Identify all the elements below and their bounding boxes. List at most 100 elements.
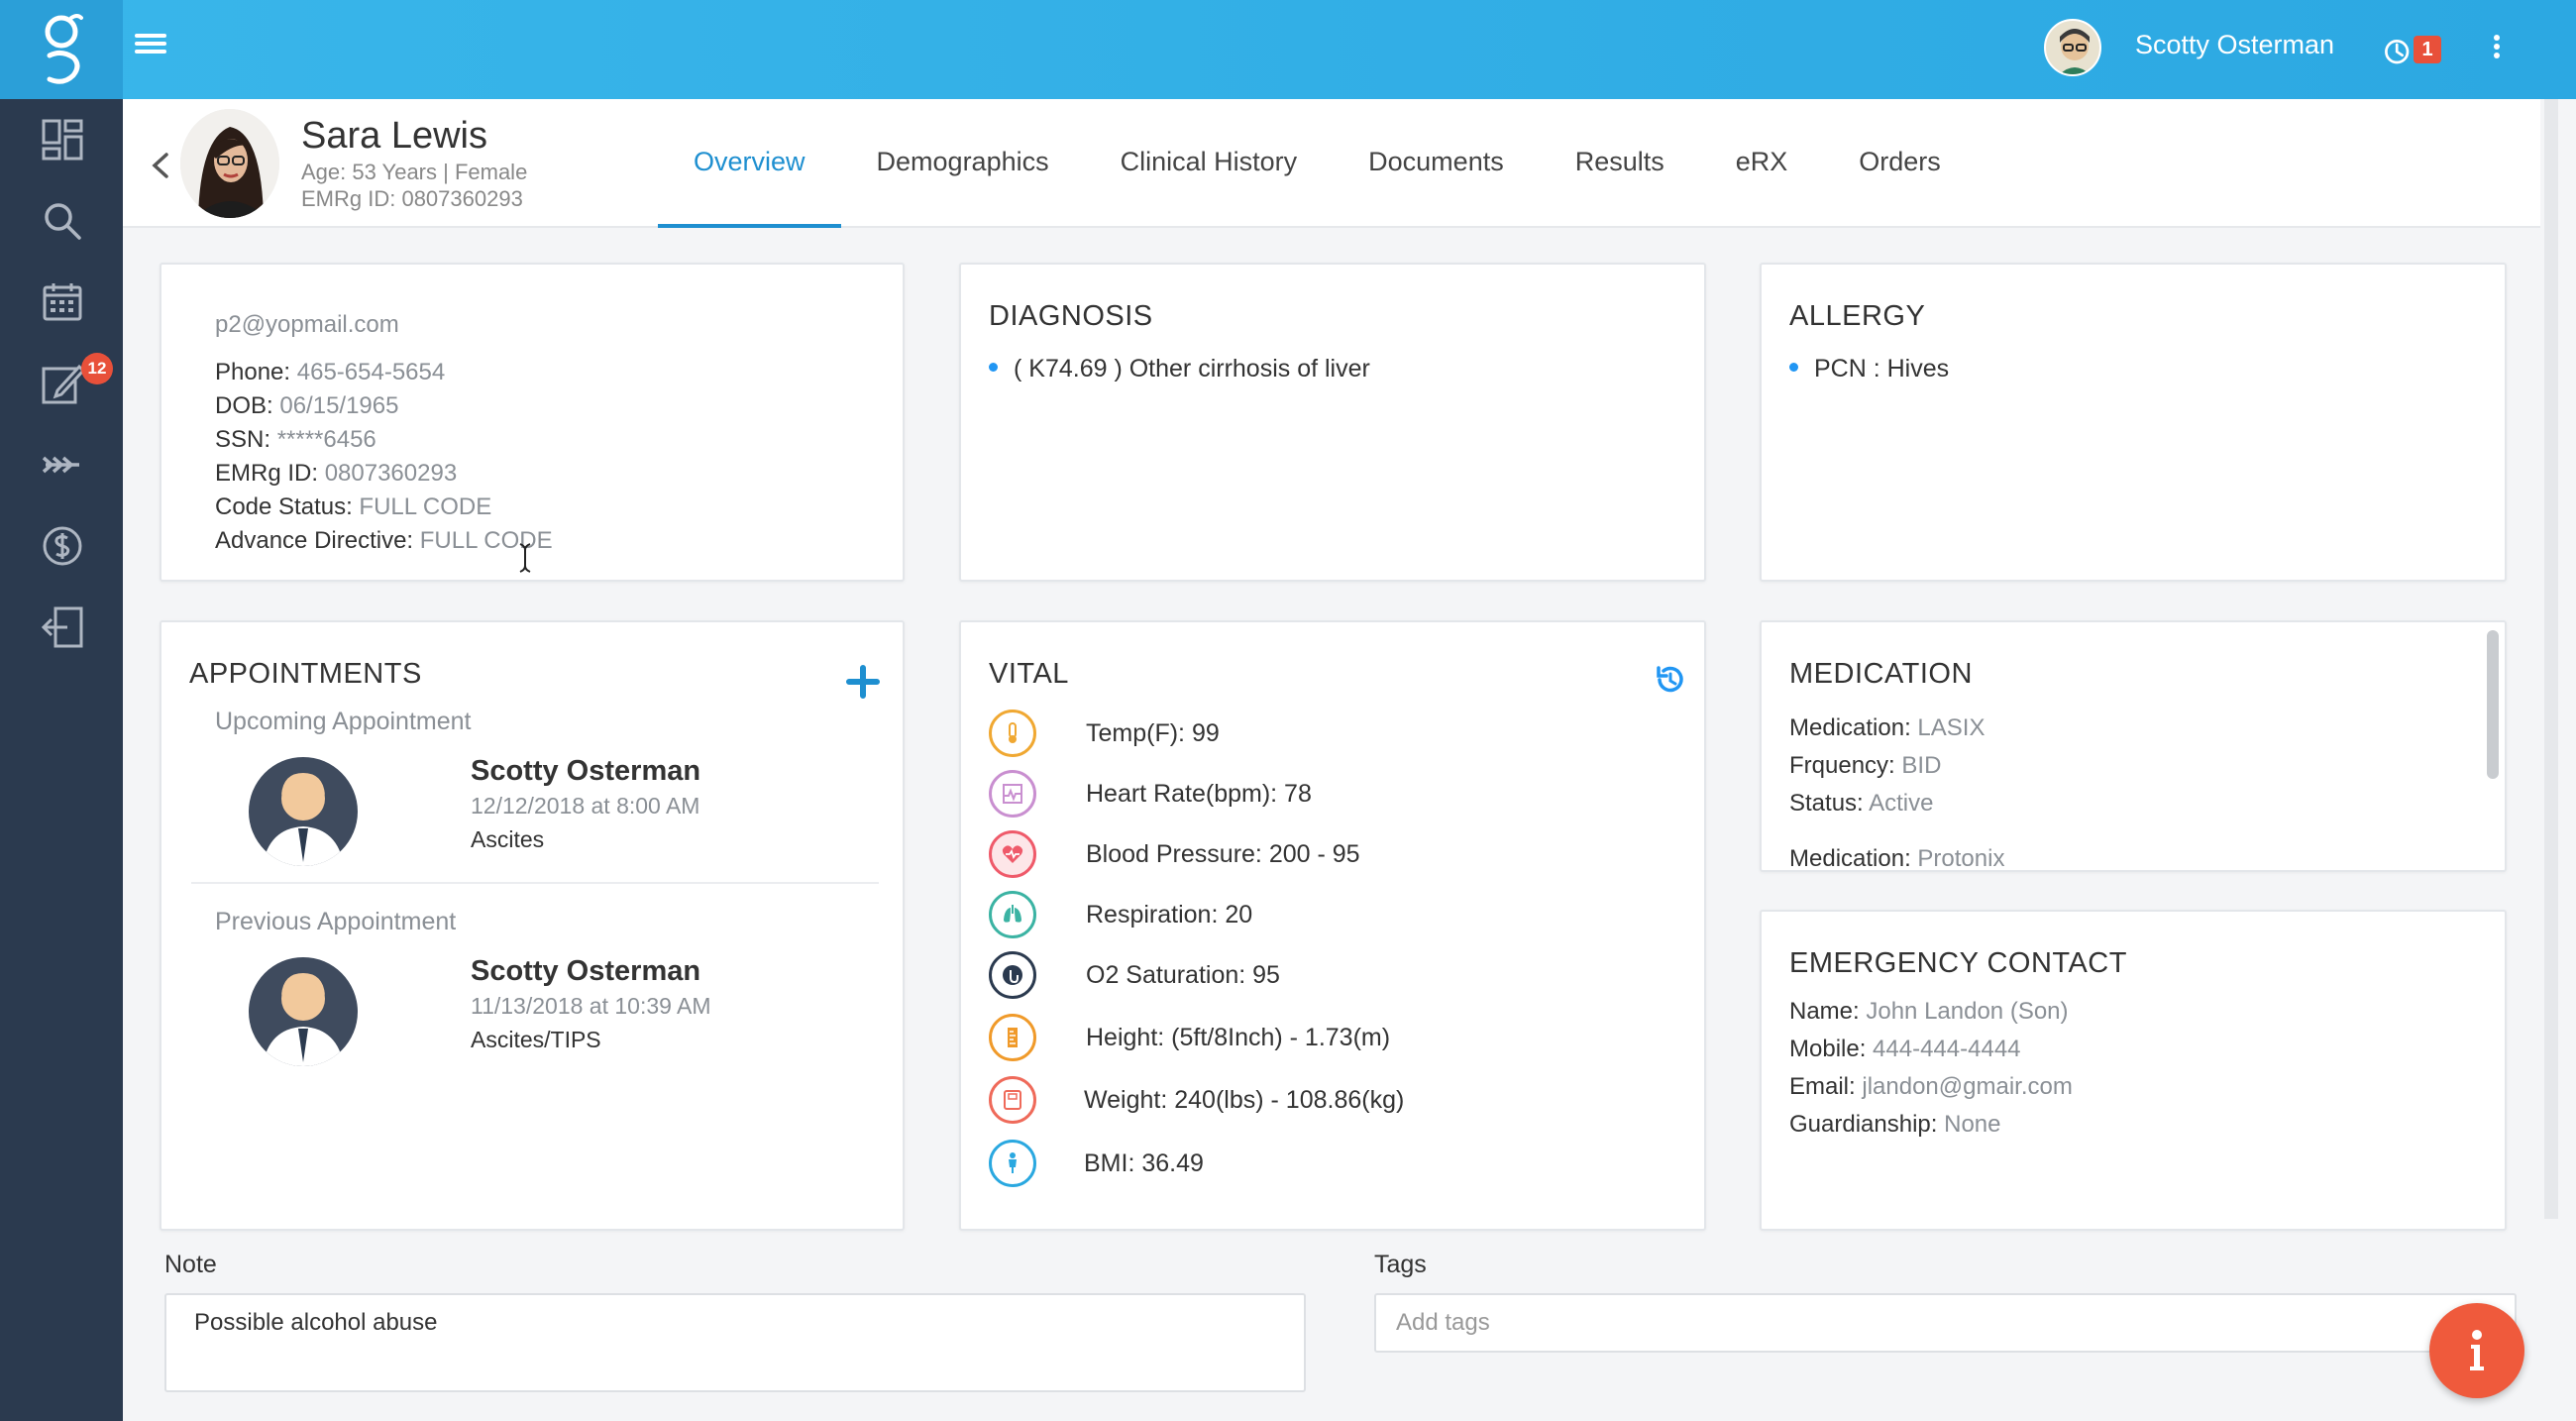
notifications-button[interactable]: 1: [2381, 30, 2441, 69]
bmi-value: BMI: 36.49: [1084, 1148, 1204, 1177]
blood-pressure-value: Blood Pressure: 200 - 95: [1086, 839, 1360, 868]
phone-row: Phone: 465-654-5654: [215, 356, 553, 389]
ssn-label: SSN:: [215, 426, 271, 453]
allergy-item: PCN : Hives: [1789, 352, 1949, 385]
emrg-value: 0807360293: [324, 460, 458, 487]
frequency-value: BID: [1901, 752, 1942, 779]
contact-details: Phone: 465-654-5654 DOB: 06/15/1965 SSN:…: [215, 356, 553, 558]
phone-label: Phone:: [215, 359, 291, 385]
sidebar-item-logout[interactable]: [40, 604, 85, 650]
logout-icon: [41, 606, 83, 648]
vital-blood-pressure: Blood Pressure: 200 - 95: [989, 828, 1360, 880]
ec-email-value: jlandon@gmair.com: [1862, 1073, 2073, 1100]
add-appointment-icon[interactable]: [845, 664, 881, 700]
ec-name-row: Name: John Landon (Son): [1789, 993, 2073, 1031]
tab-overview[interactable]: Overview: [658, 99, 841, 228]
previous-doctor-name[interactable]: Scotty Osterman: [471, 955, 700, 988]
sidebar-item-dashboard[interactable]: [40, 117, 85, 163]
status-value: Active: [1869, 790, 1934, 817]
heart-rate-icon: [989, 770, 1036, 818]
previous-date: 11/13/2018 at 10:39 AM: [471, 993, 711, 1019]
sidebar-item-calendar[interactable]: [40, 279, 85, 325]
frequency-label: Frquency:: [1789, 752, 1895, 779]
sidebar: 12: [0, 99, 123, 1421]
info-button[interactable]: [2429, 1303, 2524, 1398]
ssn-row: SSN: *****6456: [215, 423, 553, 457]
ec-mobile-row: Mobile: 444-444-4444: [1789, 1031, 2073, 1068]
upcoming-date: 12/12/2018 at 8:00 AM: [471, 793, 700, 819]
dob-value: 06/15/1965: [279, 392, 399, 419]
search-icon: [45, 203, 81, 240]
patient-name: Sara Lewis: [301, 115, 487, 157]
allergy-card: ALLERGY PCN : Hives: [1760, 263, 2507, 582]
vital-height: Height: (5ft/8Inch) - 1.73(m): [989, 1012, 1390, 1063]
emrg-row: EMRg ID: 0807360293: [215, 457, 553, 491]
tab-documents[interactable]: Documents: [1333, 99, 1540, 228]
vital-o2-saturation: O2 Saturation: 95: [989, 949, 1280, 1001]
tab-results[interactable]: Results: [1540, 99, 1700, 228]
bmi-icon: [989, 1140, 1036, 1187]
note-field[interactable]: Possible alcohol abuse: [164, 1293, 1306, 1392]
sidebar-item-search[interactable]: [40, 198, 85, 244]
tab-clinical-history[interactable]: Clinical History: [1085, 99, 1334, 228]
dob-label: DOB:: [215, 392, 273, 419]
user-avatar[interactable]: [2044, 19, 2101, 76]
respiration-value: Respiration: 20: [1086, 900, 1253, 929]
user-name[interactable]: Scotty Osterman: [2135, 30, 2334, 60]
diagnosis-title: DIAGNOSIS: [989, 300, 1153, 332]
blood-pressure-icon: [989, 830, 1036, 878]
code-status-label: Code Status:: [215, 493, 353, 520]
back-arrow-icon[interactable]: [149, 151, 172, 180]
patient-emrg-id: EMRg ID: 0807360293: [301, 186, 523, 211]
tags-input[interactable]: [1374, 1293, 2517, 1353]
tab-orders[interactable]: Orders: [1823, 99, 1977, 228]
info-icon: [2470, 1330, 2484, 1370]
tags-label: Tags: [1374, 1251, 1427, 1278]
vital-heart-rate: Heart Rate(bpm): 78: [989, 768, 1312, 820]
patient-tabs: Overview Demographics Clinical History D…: [658, 99, 1977, 228]
ec-name-label: Name:: [1789, 998, 1860, 1025]
tab-erx[interactable]: eRX: [1700, 99, 1824, 228]
sidebar-item-notes[interactable]: 12: [40, 353, 113, 406]
note-label: Note: [164, 1251, 217, 1278]
more-options-icon[interactable]: [2489, 32, 2505, 65]
code-status-value: FULL CODE: [359, 493, 492, 520]
upcoming-appointment-label: Upcoming Appointment: [215, 708, 472, 735]
ec-email-row: Email: jlandon@gmair.com: [1789, 1068, 2073, 1106]
app-logo[interactable]: [0, 0, 123, 99]
top-bar: Scotty Osterman 1: [0, 0, 2576, 99]
advance-directive-label: Advance Directive:: [215, 527, 414, 554]
medication-scrollbar[interactable]: [2487, 630, 2499, 779]
weight-icon: [989, 1076, 1036, 1124]
diagnosis-card: DIAGNOSIS ( K74.69 ) Other cirrhosis of …: [959, 263, 1706, 582]
advance-directive-row: Advance Directive: FULL CODE: [215, 524, 553, 558]
ec-mobile-value: 444-444-4444: [1873, 1036, 2021, 1062]
patient-email: p2@yopmail.com: [215, 311, 399, 338]
contact-card: p2@yopmail.com Phone: 465-654-5654 DOB: …: [160, 263, 905, 582]
emrg-label: EMRg ID:: [215, 460, 319, 487]
ssn-value: *****6456: [276, 426, 376, 453]
doctor-avatar: [249, 757, 358, 866]
sidebar-item-billing[interactable]: [40, 523, 85, 569]
emergency-contact-title: EMERGENCY CONTACT: [1789, 947, 2127, 979]
upcoming-doctor-name[interactable]: Scotty Osterman: [471, 755, 700, 788]
code-status-row: Code Status: FULL CODE: [215, 491, 553, 524]
ec-guardianship-label: Guardianship:: [1789, 1111, 1938, 1138]
ec-name-value: John Landon (Son): [1866, 998, 2069, 1025]
page-scrollbar[interactable]: [2544, 99, 2558, 1219]
status-row: Status: Active: [1789, 785, 2004, 822]
diagnosis-item: ( K74.69 ) Other cirrhosis of liver: [989, 352, 1370, 385]
advance-directive-value: FULL CODE: [419, 527, 553, 554]
medication-row: Medication: LASIX: [1789, 710, 2004, 747]
appointments-card: APPOINTMENTS Upcoming Appointment Scotty…: [160, 620, 905, 1231]
medication-label: Medication:: [1789, 714, 1911, 741]
tab-demographics[interactable]: Demographics: [841, 99, 1085, 228]
emergency-contact-details: Name: John Landon (Son) Mobile: 444-444-…: [1789, 993, 2073, 1144]
sidebar-item-forward[interactable]: [40, 442, 85, 488]
bullet-icon: [1789, 362, 1798, 372]
history-icon[interactable]: [1653, 662, 1688, 698]
menu-toggle-icon[interactable]: [135, 30, 166, 61]
status-label: Status:: [1789, 790, 1864, 817]
patient-photo: [180, 109, 279, 218]
allergy-title: ALLERGY: [1789, 300, 1926, 332]
